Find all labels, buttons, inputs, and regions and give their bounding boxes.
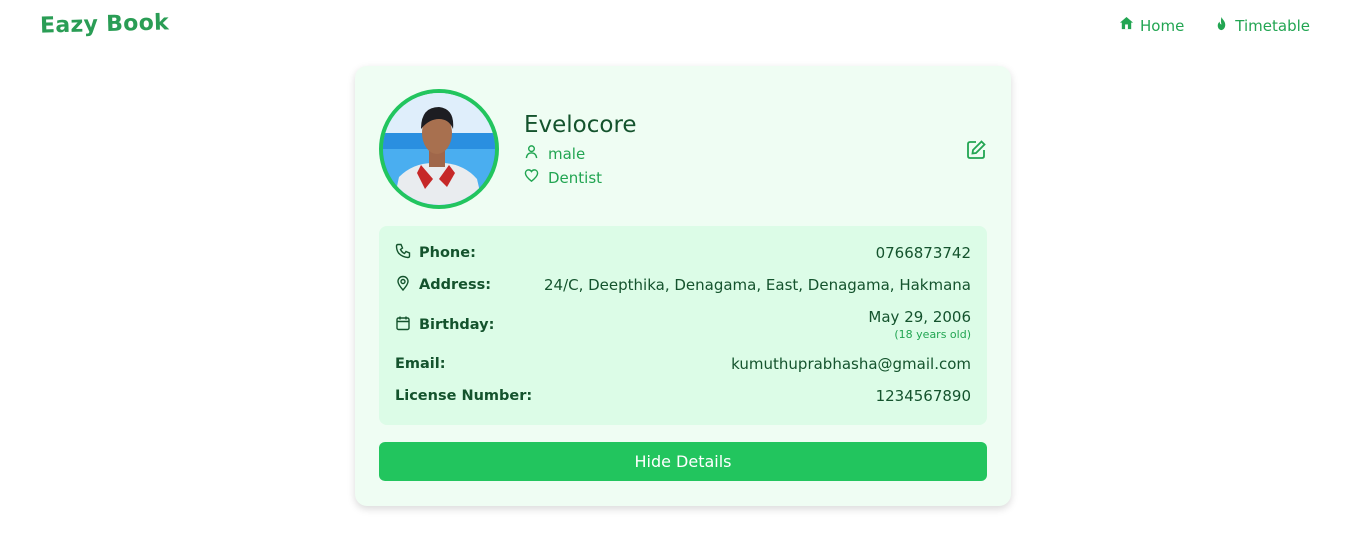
flame-icon — [1214, 16, 1229, 35]
nav-timetable-label: Timetable — [1235, 16, 1310, 35]
profession-row: Dentist — [524, 168, 602, 187]
details-panel: Phone: 0766873742 Address: 24/C, Deepthi… — [379, 226, 987, 425]
email-value: kumuthuprabhasha@gmail.com — [731, 355, 971, 373]
phone-row: Phone: 0766873742 — [395, 243, 971, 263]
address-row: Address: 24/C, Deepthika, Denagama, East… — [395, 275, 971, 295]
edit-icon — [967, 140, 986, 159]
profile-name: Evelocore — [524, 112, 637, 138]
heart-icon — [524, 168, 539, 187]
birthday-value: May 29, 2006 — [868, 308, 971, 326]
license-label: License Number: — [395, 388, 533, 404]
address-value: 24/C, Deepthika, Denagama, East, Denagam… — [543, 276, 971, 294]
birthday-label: Birthday: — [419, 316, 495, 333]
nav-links: Home Timetable — [1119, 16, 1310, 35]
profile-card: Evelocore male Dentist Phone: 0766873742 — [355, 66, 1011, 506]
nav-home-link[interactable]: Home — [1119, 16, 1184, 35]
phone-label: Phone: — [419, 245, 476, 261]
brand-logo[interactable]: Eazy Book — [40, 10, 170, 38]
home-icon — [1119, 16, 1134, 35]
top-navbar: Eazy Book Home Timetable — [0, 0, 1365, 56]
edit-profile-button[interactable] — [965, 139, 987, 161]
nav-home-label: Home — [1140, 16, 1185, 35]
address-label: Address: — [419, 277, 492, 293]
user-icon — [524, 144, 539, 163]
birthday-value-block: May 29, 2006 (18 years old) — [868, 308, 971, 341]
avatar — [379, 89, 499, 209]
email-label: Email: — [395, 356, 446, 372]
email-row: Email: kumuthuprabhasha@gmail.com — [395, 355, 971, 373]
age-text: (18 years old) — [894, 328, 971, 341]
hide-details-button[interactable]: Hide Details — [379, 442, 987, 481]
birthday-row: Birthday: May 29, 2006 (18 years old) — [395, 308, 971, 341]
gender-row: male — [524, 144, 585, 163]
phone-value: 0766873742 — [875, 244, 971, 262]
map-pin-icon — [395, 275, 411, 295]
profile-photo — [383, 93, 495, 205]
gender-text: male — [548, 144, 586, 163]
license-row: License Number: 1234567890 — [395, 387, 971, 405]
calendar-icon — [395, 315, 411, 335]
phone-icon — [395, 243, 411, 263]
profession-text: Dentist — [548, 168, 603, 187]
nav-timetable-link[interactable]: Timetable — [1214, 16, 1310, 35]
license-value: 1234567890 — [875, 387, 971, 405]
